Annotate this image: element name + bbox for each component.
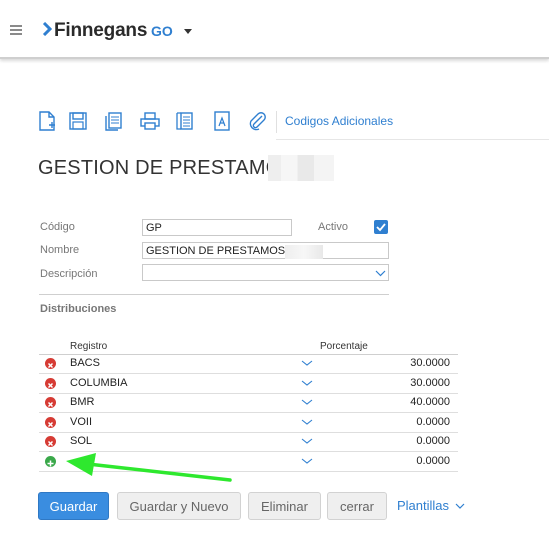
cerrar-button[interactable]: cerrar: [327, 492, 387, 520]
registro-cell[interactable]: SOL: [70, 435, 92, 447]
add-row-icon[interactable]: [45, 456, 56, 467]
toolbar-underline: [276, 139, 549, 140]
delete-row-icon[interactable]: [45, 417, 56, 428]
logo-chevron-icon: [42, 22, 52, 36]
chevron-down-icon[interactable]: [301, 457, 313, 465]
codigo-label: Código: [40, 221, 75, 233]
activo-label: Activo: [318, 221, 348, 233]
print-icon[interactable]: [139, 110, 161, 132]
porcentaje-cell[interactable]: 30.0000: [410, 377, 450, 389]
annotation-arrow-icon: [66, 453, 232, 482]
chevron-down-icon[interactable]: [301, 437, 313, 445]
save-icon[interactable]: [67, 110, 89, 132]
nombre-label: Nombre: [40, 244, 80, 256]
porcentaje-cell[interactable]: 30.0000: [410, 357, 450, 369]
app-header: Finnegans GO: [0, 0, 549, 59]
section-divider: [39, 294, 389, 295]
registro-cell[interactable]: COLUMBIA: [70, 377, 127, 389]
chevron-down-icon[interactable]: [301, 398, 313, 406]
guardar-y-nuevo-button[interactable]: Guardar y Nuevo: [117, 492, 241, 520]
table-row: BMR 40.0000: [39, 393, 458, 413]
codigos-adicionales-link[interactable]: Codigos Adicionales: [285, 114, 393, 128]
brand-name: Finnegans: [54, 20, 148, 41]
hamburger-menu-icon[interactable]: [10, 25, 22, 35]
codigo-input[interactable]: GP: [142, 219, 292, 236]
delete-row-icon[interactable]: [45, 358, 56, 369]
toolbar-separator: [276, 111, 277, 133]
chevron-down-icon[interactable]: [301, 359, 313, 367]
delete-row-icon[interactable]: [45, 378, 56, 389]
plantillas-label: Plantillas: [397, 498, 450, 513]
table-row: COLUMBIA 30.0000: [39, 374, 458, 394]
copy-icon[interactable]: [103, 110, 125, 132]
porcentaje-cell[interactable]: 0.0000: [416, 435, 450, 447]
guardar-button[interactable]: Guardar: [38, 492, 109, 520]
new-document-icon[interactable]: [36, 110, 58, 132]
delete-row-icon[interactable]: [45, 436, 56, 447]
checkmark-icon: [376, 223, 386, 232]
porcentaje-cell[interactable]: 0.0000: [416, 416, 450, 428]
list-document-icon[interactable]: [174, 110, 196, 132]
table-row: VOII 0.0000: [39, 413, 458, 433]
plantillas-dropdown[interactable]: Plantillas: [397, 498, 465, 513]
chevron-down-icon[interactable]: [375, 270, 386, 277]
activo-checkbox[interactable]: [374, 220, 388, 234]
delete-row-icon[interactable]: [45, 397, 56, 408]
brand-suffix: GO: [151, 23, 173, 39]
text-document-icon[interactable]: [211, 110, 233, 132]
brand-dropdown-caret-icon[interactable]: [184, 29, 192, 34]
porcentaje-cell[interactable]: 0.0000: [416, 455, 450, 467]
descripcion-label: Descripción: [40, 268, 98, 280]
nombre-input[interactable]: GESTION DE PRESTAMOS: [142, 242, 389, 259]
page-title: GESTION DE PRESTAMOS: [38, 157, 295, 179]
attachment-icon[interactable]: [246, 110, 268, 132]
column-header-registro: Registro: [70, 341, 108, 352]
distribuciones-heading: Distribuciones: [40, 303, 117, 315]
descripcion-select[interactable]: [142, 264, 389, 281]
porcentaje-cell[interactable]: 40.0000: [410, 396, 450, 408]
table-row: SOL 0.0000: [39, 432, 458, 452]
chevron-down-icon[interactable]: [301, 418, 313, 426]
registro-cell[interactable]: BMR: [70, 396, 94, 408]
column-header-porcentaje: Porcentaje: [320, 341, 368, 352]
eliminar-button[interactable]: Eliminar: [248, 492, 321, 520]
table-row: BACS 30.0000: [39, 354, 458, 374]
chevron-down-icon[interactable]: [301, 379, 313, 387]
chevron-down-icon: [455, 503, 465, 509]
registro-cell[interactable]: BACS: [70, 357, 100, 369]
title-redacted-area: [268, 155, 334, 181]
nombre-redacted-area: [285, 245, 323, 259]
registro-cell[interactable]: VOII: [70, 416, 92, 428]
